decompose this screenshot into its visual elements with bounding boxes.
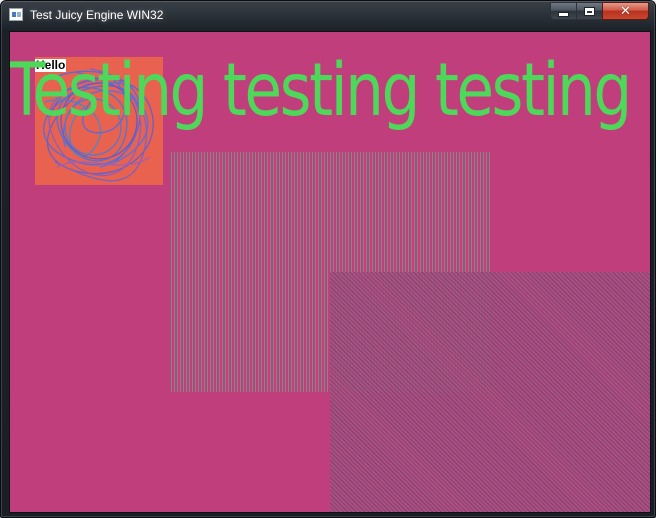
maximize-icon — [584, 6, 595, 16]
app-window: Test Juicy Engine WIN32 ✕ Hello Testing … — [0, 0, 656, 518]
app-window-icon[interactable] — [9, 8, 23, 21]
window-title: Test Juicy Engine WIN32 — [30, 8, 164, 22]
headline-text: Testing testing testing — [9, 48, 632, 133]
close-icon: ✕ — [620, 3, 631, 19]
title-bar[interactable]: Test Juicy Engine WIN32 ✕ — [1, 1, 655, 29]
minimize-button[interactable] — [550, 2, 576, 20]
window-controls: ✕ — [550, 2, 649, 21]
minimize-icon — [558, 11, 569, 17]
diagonal-texture-rect — [330, 272, 650, 512]
close-button[interactable]: ✕ — [602, 2, 649, 20]
maximize-button[interactable] — [576, 2, 602, 20]
render-canvas[interactable]: Hello Testing testing testing — [9, 31, 651, 513]
